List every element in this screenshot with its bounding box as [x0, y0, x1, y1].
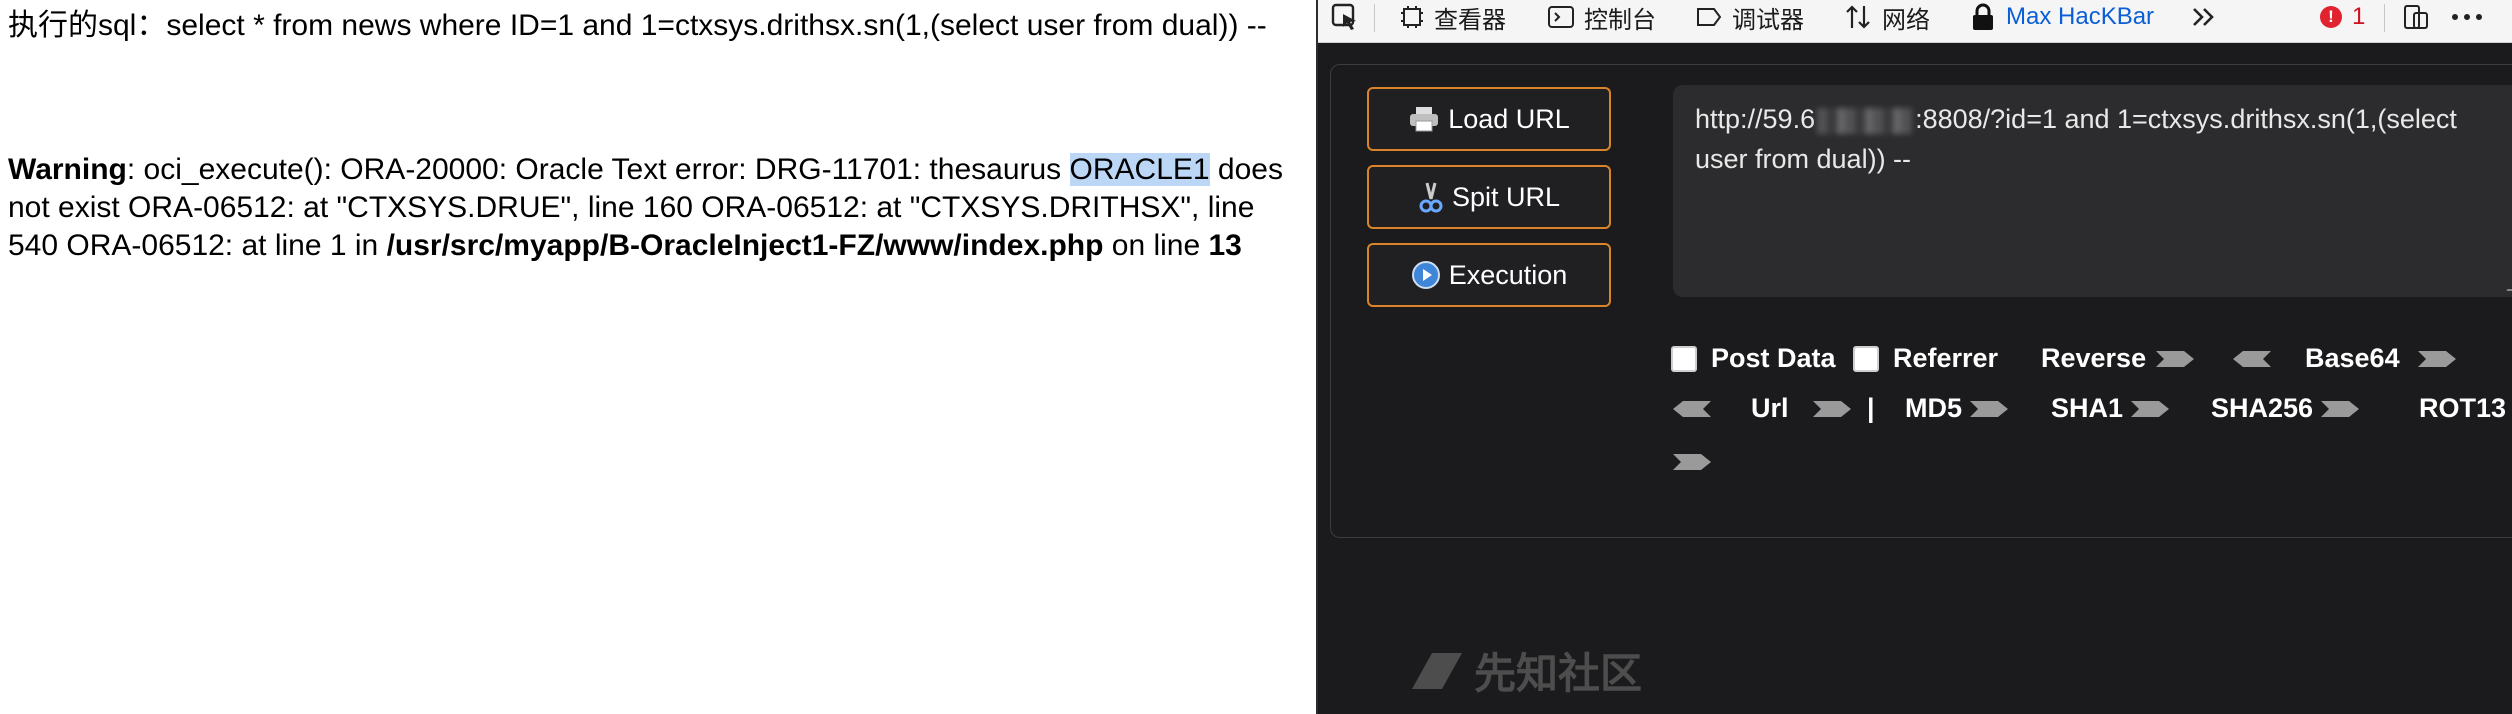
console-icon — [1548, 6, 1574, 28]
execute-label: Execution — [1448, 259, 1568, 290]
php-warning: Warning: oci_execute(): ORA-20000: Oracl… — [8, 151, 1308, 265]
rot13-button[interactable]: ROT13 — [2419, 393, 2506, 424]
more-tabs-button[interactable] — [2190, 0, 2218, 34]
sha1-button[interactable]: SHA1 — [2051, 393, 2171, 424]
post-data-option[interactable]: Post Data — [1671, 343, 1836, 374]
warning-label: Warning — [8, 153, 127, 186]
hackbar-panel: Load URL Spit URL Execution http://59.6:… — [1330, 64, 2512, 538]
executed-sql: 执行的sql：select * from news where ID=1 and… — [8, 6, 1298, 46]
responsive-design-button[interactable] — [2402, 0, 2430, 34]
watermark: 先知社区 — [1410, 640, 1642, 701]
arrow-left-icon — [2233, 350, 2271, 367]
tab-max-hackbar[interactable]: Max HacKBar — [1970, 0, 2154, 34]
tab-network[interactable]: 网络 — [1844, 0, 1930, 34]
tab-debugger[interactable]: 调试器 — [1696, 0, 1804, 34]
xianzhi-logo-icon — [1412, 652, 1462, 689]
tab-debugger-label: 调试器 — [1732, 6, 1804, 34]
sha256-label: SHA256 — [2211, 393, 2314, 423]
inspector-icon — [1401, 6, 1423, 28]
rot13-label: ROT13 — [2419, 393, 2507, 423]
on-line-text: on line — [1103, 229, 1209, 262]
post-data-checkbox[interactable] — [1671, 345, 1697, 372]
split-url-label: Spit URL — [1451, 181, 1561, 212]
double-chevron-right-icon — [2193, 8, 2214, 26]
page-content: 执行的sql：select * from news where ID=1 and… — [0, 0, 1316, 714]
url-label: Url — [1751, 393, 1789, 423]
tab-network-label: 网络 — [1882, 6, 1930, 34]
devtools-panel: 查看器 控制台 调试器 网络 Max HacKBar ! 1 Load URL … — [1316, 0, 2512, 714]
reverse-label: Reverse — [2041, 343, 2147, 373]
md5-label: MD5 — [1905, 393, 1963, 423]
referrer-checkbox[interactable] — [1853, 345, 1879, 372]
url-encode-button[interactable]: Url — [1671, 393, 1853, 424]
md5-button[interactable]: MD5 — [1905, 393, 2010, 424]
post-data-label: Post Data — [1711, 343, 1836, 373]
error-icon: ! — [2320, 6, 2342, 28]
pointer-picker-icon — [1331, 3, 1356, 30]
arrow-right-icon — [1812, 400, 1851, 417]
scissors-icon — [1419, 182, 1443, 213]
execute-button[interactable]: Execution — [1367, 243, 1611, 307]
error-count: 1 — [2352, 3, 2366, 30]
error-count-button[interactable]: ! 1 — [2320, 0, 2365, 34]
redacted-ip — [1817, 107, 1914, 134]
tab-max-hackbar-label: Max HacKBar — [2006, 3, 2155, 30]
arrow-right-icon — [2417, 350, 2456, 367]
split-url-button[interactable]: Spit URL — [1367, 165, 1611, 229]
url-prefix: http://59.6 — [1695, 104, 1816, 134]
referrer-label: Referrer — [1893, 343, 1999, 373]
arrow-right-icon — [2156, 350, 2195, 367]
more-options-button[interactable] — [2450, 0, 2484, 34]
network-arrows-icon — [1846, 5, 1870, 29]
rot13-arrow[interactable] — [1671, 451, 1713, 473]
element-picker-button[interactable] — [1330, 0, 1360, 34]
base64-button[interactable]: Base64 — [2231, 343, 2458, 374]
load-url-label: Load URL — [1448, 103, 1570, 134]
arrow-left-icon — [1673, 400, 1711, 417]
ellipsis-icon — [2452, 14, 2482, 20]
arrow-right-icon — [1673, 454, 1711, 470]
line-number: 13 — [1208, 229, 1242, 262]
tab-inspector-label: 查看器 — [1434, 6, 1506, 34]
tab-console[interactable]: 控制台 — [1548, 0, 1656, 34]
responsive-mode-icon — [2404, 5, 2428, 29]
load-url-button[interactable]: Load URL — [1367, 87, 1611, 151]
resize-handle[interactable] — [2506, 275, 2512, 291]
tab-inspector[interactable]: 查看器 — [1400, 0, 1506, 34]
sha1-label: SHA1 — [2051, 393, 2124, 423]
arrow-right-icon — [1970, 400, 2009, 417]
sha256-button[interactable]: SHA256 — [2211, 393, 2361, 424]
referrer-option[interactable]: Referrer — [1853, 343, 1998, 374]
lock-icon — [1973, 3, 1993, 30]
arrow-right-icon — [2131, 400, 2170, 417]
sql-label: 执行的sql： — [8, 9, 167, 42]
separator: | — [1867, 393, 1875, 423]
selected-text[interactable]: ORACLE1 — [1069, 153, 1210, 186]
devtools-toolbar: 查看器 控制台 调试器 网络 Max HacKBar ! 1 — [1318, 0, 2512, 43]
base64-label: Base64 — [2305, 343, 2400, 373]
printer-icon — [1410, 107, 1439, 132]
watermark-text: 先知社区 — [1474, 650, 1643, 697]
warning-text-1: : oci_execute(): ORA-20000: Oracle Text … — [126, 153, 1070, 186]
url-textarea[interactable]: http://59.6:8808/?id=1 and 1=ctxsys.drit… — [1673, 85, 2512, 297]
arrow-right-icon — [2321, 400, 2360, 417]
reverse-button[interactable]: Reverse — [2041, 343, 2196, 374]
play-circle-icon — [1411, 261, 1440, 289]
debugger-icon — [1697, 8, 1722, 26]
tab-console-label: 控制台 — [1584, 6, 1656, 34]
sql-text: select * from news where ID=1 and 1=ctxs… — [166, 9, 1267, 42]
file-path: /usr/src/myapp/B-OracleInject1-FZ/www/in… — [386, 229, 1104, 262]
